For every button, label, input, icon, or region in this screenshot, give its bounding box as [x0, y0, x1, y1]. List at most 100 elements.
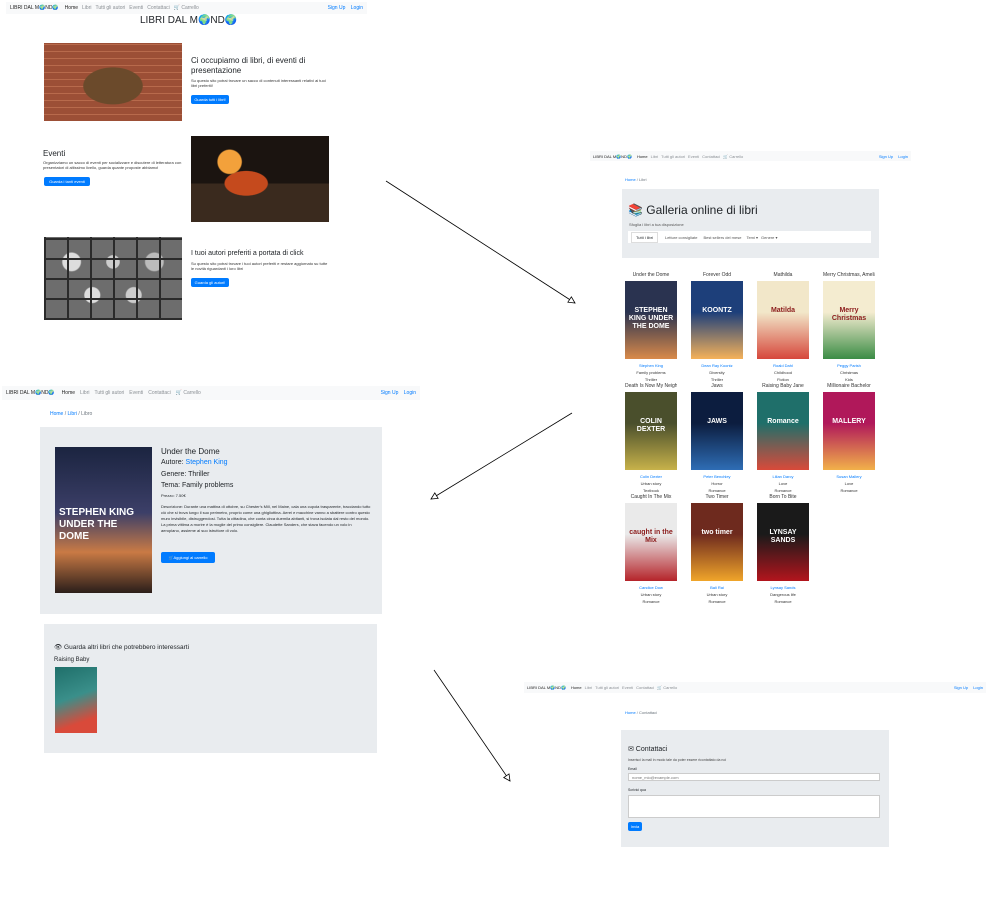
book-card-cover-text: Romance — [767, 418, 799, 425]
breadcrumb-current: Libro — [81, 411, 93, 417]
breadcrumb-home[interactable]: Home — [625, 177, 636, 182]
book-card-cover[interactable]: two timer — [691, 503, 743, 581]
nav-carrello[interactable]: 🛒 Carrello — [174, 5, 199, 11]
filter-recommended[interactable]: Letture consigliate — [665, 235, 697, 240]
book-card-title: Merry Christmas, Amelia — [823, 272, 875, 278]
related-book-title[interactable]: Raising Baby — [54, 657, 89, 663]
book-card-author[interactable]: Roald Dahl — [757, 362, 809, 369]
breadcrumb-libri[interactable]: Libri — [68, 411, 77, 417]
book-card[interactable]: Merry Christmas, Amelia Merry Christmas Pe… — [823, 272, 875, 383]
nav-home[interactable]: Home — [637, 154, 648, 159]
book-card-genre: Thriller — [644, 377, 658, 382]
nav-autori[interactable]: Tutti gli autori — [95, 5, 125, 11]
filter-genre[interactable]: Genere ▾ — [761, 235, 777, 240]
nav-contattaci[interactable]: Contattaci — [148, 390, 171, 396]
nav-home[interactable]: Home — [62, 390, 75, 396]
login-link[interactable]: Login — [351, 5, 363, 11]
nav-libri[interactable]: Libri — [80, 390, 89, 396]
login-link[interactable]: Login — [973, 685, 983, 690]
gallery-header: 📚 Galleria online di libri Sfoglia i lib… — [622, 189, 879, 258]
book-card[interactable]: Forever Odd KOONTZ Dean Ray Koontz Diversit… — [691, 272, 743, 383]
login-link[interactable]: Login — [898, 154, 908, 159]
nav-contattaci[interactable]: Contattaci — [636, 685, 654, 690]
book-author-label: Autore: — [161, 459, 184, 466]
brand-logo[interactable]: LIBRI DAL M🌍ND🌍 — [10, 5, 59, 11]
signup-link[interactable]: Sign Up — [879, 154, 893, 159]
nav-home[interactable]: Home — [571, 685, 582, 690]
nav-carrello[interactable]: 🛒 Carrello — [723, 154, 743, 159]
brand-logo[interactable]: LIBRI DAL M🌍ND🌍 — [6, 390, 55, 396]
nav-carrello[interactable]: 🛒 Carrello — [176, 390, 201, 396]
authors-button[interactable]: Guarda gli autori! — [191, 278, 229, 287]
nav-eventi[interactable]: Eventi — [622, 685, 633, 690]
nav-libri[interactable]: Libri — [82, 5, 91, 11]
book-card-author[interactable]: Peggy Parish — [823, 362, 875, 369]
book-card-author[interactable]: Candice Dow — [625, 584, 677, 591]
submit-button[interactable]: Invia — [628, 822, 642, 831]
filter-themes[interactable]: Temi ▾ — [746, 235, 758, 240]
book-card-author[interactable]: Lilian Darcy — [757, 473, 809, 480]
events-button[interactable]: Guarda i tanti eventi — [44, 177, 90, 186]
brand-logo[interactable]: LIBRI DAL M🌍ND🌍 — [527, 685, 566, 690]
book-card-author[interactable]: Stephen King — [625, 362, 677, 369]
book-card-cover[interactable]: Matilda — [757, 281, 809, 359]
nav-contattaci[interactable]: Contattaci — [702, 154, 720, 159]
book-card-author[interactable]: Peter Benchley — [691, 473, 743, 480]
message-textarea[interactable] — [628, 795, 880, 818]
nav-eventi[interactable]: Eventi — [129, 390, 143, 396]
book-card-author[interactable]: Susan Mallery — [823, 473, 875, 480]
add-to-cart-button[interactable]: 🛒Aggiungi al carrello — [161, 552, 215, 563]
all-books-button[interactable]: Guarda tutti i libri! — [191, 95, 229, 104]
message-label: Scrivici qua — [628, 788, 646, 792]
breadcrumb-home[interactable]: Home — [625, 710, 636, 715]
nav-eventi[interactable]: Eventi — [688, 154, 699, 159]
book-card-genre: Romance — [708, 599, 726, 604]
breadcrumb-home[interactable]: Home — [50, 411, 63, 417]
book-card-cover[interactable]: Romance — [757, 392, 809, 470]
book-card-cover[interactable]: MALLERY — [823, 392, 875, 470]
book-card-cover[interactable]: COLIN DEXTER — [625, 392, 677, 470]
nav-contattaci[interactable]: Contattaci — [147, 5, 170, 11]
book-card[interactable]: Millionaire Bachelor MALLERY Susan Mallery… — [823, 383, 875, 494]
brand-logo[interactable]: LIBRI DAL M🌍ND🌍 — [593, 154, 632, 159]
book-card[interactable]: Jaws JAWS Peter Benchley Horror Romance — [691, 383, 743, 494]
book-card-author[interactable]: Bali Rai — [691, 584, 743, 591]
nav-autori[interactable]: Tutti gli autori — [595, 685, 619, 690]
book-card[interactable]: Born To Bite LYNSAY SANDS Lynsay Sands Dang… — [757, 494, 809, 605]
book-card[interactable]: Caught In The Mix caught in the Mix Candic… — [625, 494, 677, 605]
book-card-title: Jaws — [711, 383, 723, 389]
nav-autori[interactable]: Tutti gli autori — [661, 154, 685, 159]
book-price: Prezzo: 7.50€ — [161, 493, 186, 498]
filter-bestsellers[interactable]: Best sellers del mese — [703, 235, 741, 240]
book-card[interactable]: Under the Dome STEPHEN KING UNDER THE DOM… — [625, 272, 677, 383]
book-card-cover[interactable]: LYNSAY SANDS — [757, 503, 809, 581]
book-card[interactable]: Death Is Now My Neighbour COLIN DEXTER Col… — [625, 383, 677, 494]
book-card[interactable]: Raising Baby Jane Romance Lilian Darcy Love… — [757, 383, 809, 494]
book-card[interactable]: Two Timer two timer Bali Rai Urban story Rom… — [691, 494, 743, 605]
arrow-home-to-gallery — [385, 180, 575, 303]
book-author-link[interactable]: Stephen King — [186, 459, 228, 466]
filter-all[interactable]: Tutti i libri — [631, 231, 658, 243]
book-card[interactable]: Mathilda Matilda Roald Dahl Childhood Fictio… — [757, 272, 809, 383]
book-card-cover[interactable]: STEPHEN KING UNDER THE DOME — [625, 281, 677, 359]
book-card-cover[interactable]: caught in the Mix — [625, 503, 677, 581]
nav-autori[interactable]: Tutti gli autori — [94, 390, 124, 396]
book-card-author[interactable]: Dean Ray Koontz — [691, 362, 743, 369]
nav-eventi[interactable]: Eventi — [129, 5, 143, 11]
nav-carrello[interactable]: 🛒 Carrello — [657, 685, 677, 690]
nav-libri[interactable]: Libri — [651, 154, 659, 159]
signup-link[interactable]: Sign Up — [328, 5, 346, 11]
login-link[interactable]: Login — [404, 390, 416, 396]
related-book-cover[interactable] — [55, 667, 97, 733]
book-card-cover[interactable]: KOONTZ — [691, 281, 743, 359]
book-card-cover[interactable]: Merry Christmas — [823, 281, 875, 359]
book-card-cover[interactable]: JAWS — [691, 392, 743, 470]
book-card-author[interactable]: Lynsay Sands — [757, 584, 809, 591]
book-card-cover-text: STEPHEN KING UNDER THE DOME — [628, 307, 674, 330]
signup-link[interactable]: Sign Up — [381, 390, 399, 396]
signup-link[interactable]: Sign Up — [954, 685, 968, 690]
email-input[interactable] — [628, 773, 880, 781]
book-card-author[interactable]: Colin Dexter — [625, 473, 677, 480]
nav-libri[interactable]: Libri — [585, 685, 593, 690]
nav-home[interactable]: Home — [65, 5, 78, 11]
